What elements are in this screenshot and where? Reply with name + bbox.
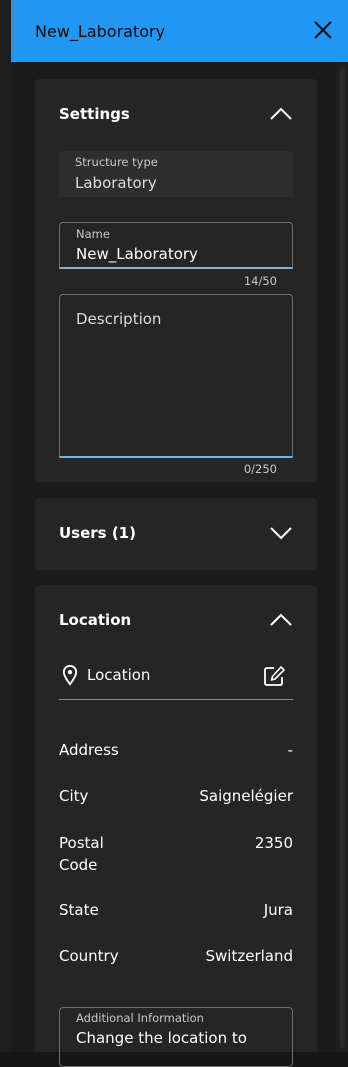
description-field[interactable]: Description bbox=[59, 294, 293, 458]
additional-information-field[interactable]: Additional Information Change the locati… bbox=[59, 1007, 293, 1067]
city-value: Saignelégier bbox=[199, 787, 293, 805]
chevron-up-icon[interactable] bbox=[269, 613, 293, 627]
users-card[interactable]: Users (1) bbox=[35, 498, 317, 570]
panel-title: New_Laboratory bbox=[35, 21, 166, 41]
country-value: Switzerland bbox=[205, 947, 294, 965]
additional-information-value[interactable]: Change the location to bbox=[76, 1029, 247, 1047]
postal-code-label: Postal Code bbox=[59, 834, 104, 874]
location-field-label: Location bbox=[87, 666, 151, 684]
name-label: Name bbox=[76, 227, 110, 241]
name-value[interactable]: New_Laboratory bbox=[76, 245, 198, 263]
location-card: Location Location Address - City Saignel… bbox=[35, 585, 317, 1067]
postal-code-value: 2350 bbox=[254, 834, 293, 852]
edit-location-icon[interactable] bbox=[263, 665, 285, 687]
scrollbar-thumb[interactable] bbox=[340, 68, 345, 1048]
location-field[interactable]: Location bbox=[59, 655, 293, 700]
panel-header: New_Laboratory bbox=[11, 0, 348, 62]
name-field[interactable]: Name New_Laboratory bbox=[59, 222, 293, 269]
address-value: - bbox=[287, 741, 293, 759]
state-value: Jura bbox=[263, 901, 293, 919]
city-label: City bbox=[59, 787, 89, 805]
additional-information-label: Additional Information bbox=[76, 1011, 204, 1025]
country-label: Country bbox=[59, 947, 119, 965]
close-icon[interactable] bbox=[312, 19, 334, 41]
state-label: State bbox=[59, 901, 99, 919]
map-pin-icon bbox=[62, 665, 78, 686]
address-label: Address bbox=[59, 741, 119, 759]
chevron-down-icon[interactable] bbox=[269, 526, 293, 540]
chevron-up-icon[interactable] bbox=[269, 107, 293, 121]
settings-card: Settings Structure type Laboratory Name … bbox=[35, 79, 317, 482]
structure-type-field: Structure type Laboratory bbox=[59, 151, 293, 197]
structure-type-label: Structure type bbox=[75, 155, 158, 169]
location-title: Location bbox=[59, 611, 132, 629]
left-edge bbox=[0, 0, 11, 1052]
name-char-counter: 14/50 bbox=[243, 274, 277, 288]
settings-title: Settings bbox=[59, 105, 130, 123]
users-title: Users (1) bbox=[59, 524, 136, 542]
description-char-counter: 0/250 bbox=[243, 462, 277, 476]
description-placeholder: Description bbox=[76, 310, 162, 328]
structure-type-value: Laboratory bbox=[75, 174, 157, 192]
scrollbar[interactable] bbox=[337, 62, 348, 1052]
